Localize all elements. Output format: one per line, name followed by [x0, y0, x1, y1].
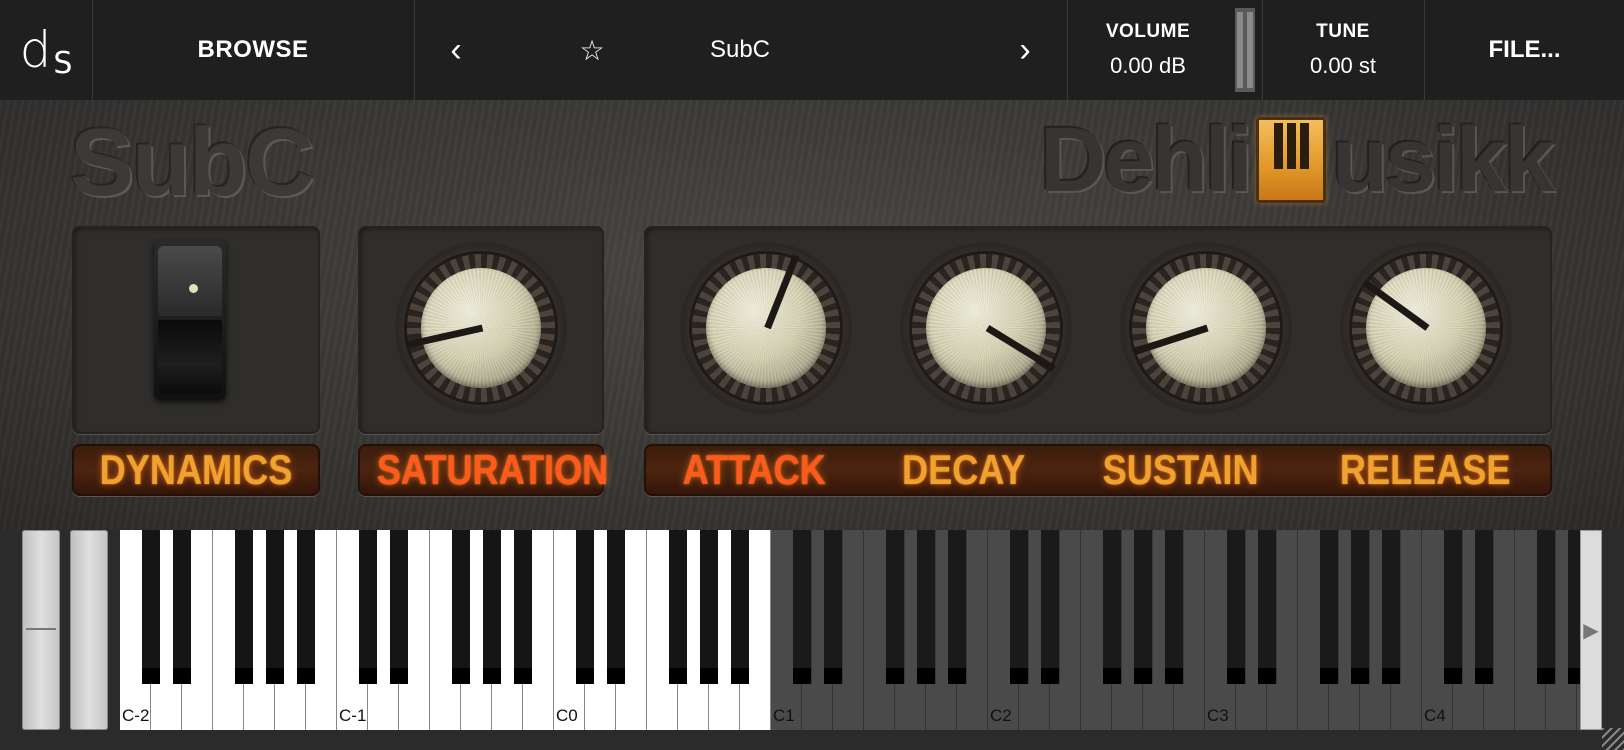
dynamics-switch[interactable]	[154, 240, 226, 400]
preset-name[interactable]: SubC	[600, 0, 880, 100]
black-key[interactable]	[1134, 530, 1152, 684]
octave-label: C1	[773, 706, 795, 725]
top-bar: d S BROWSE ‹ ☆ SubC › VOLUME 0.00 dB TUN…	[0, 0, 1624, 100]
black-key[interactable]	[1568, 530, 1580, 684]
meter-right-lane	[1247, 12, 1253, 88]
black-key[interactable]	[731, 530, 749, 684]
black-key[interactable]	[917, 530, 935, 684]
black-key[interactable]	[514, 530, 532, 684]
browse-button[interactable]: BROWSE	[92, 0, 414, 100]
black-key[interactable]	[793, 530, 811, 684]
release-knob[interactable]	[1340, 242, 1512, 414]
black-key[interactable]	[173, 530, 191, 684]
envelope-label-plate: ATTACK DECAY SUSTAIN RELEASE	[644, 444, 1552, 496]
black-key[interactable]	[483, 530, 501, 684]
octave-label: C3	[1207, 706, 1229, 725]
volume-value: 0.00 dB	[1110, 53, 1186, 78]
file-menu-button[interactable]: FILE...	[1425, 0, 1624, 100]
level-meter	[1235, 8, 1255, 92]
decay-knob[interactable]	[900, 242, 1072, 414]
black-key[interactable]	[1382, 530, 1400, 684]
black-key[interactable]	[824, 530, 842, 684]
black-key[interactable]	[359, 530, 377, 684]
black-key[interactable]	[1103, 530, 1121, 684]
sustain-label: SUSTAIN	[1103, 446, 1259, 493]
prev-preset-icon[interactable]: ‹	[436, 0, 476, 100]
piano-keys-logo-icon	[1255, 117, 1326, 203]
black-key[interactable]	[700, 530, 718, 684]
pitch-bend-wheel[interactable]	[22, 530, 60, 730]
black-key[interactable]	[607, 530, 625, 684]
black-key[interactable]	[235, 530, 253, 684]
octave-label: C-1	[339, 706, 367, 725]
brand-logo: Dehli usikk	[1040, 110, 1555, 210]
volume-label: VOLUME	[1105, 21, 1191, 42]
black-key[interactable]	[1041, 530, 1059, 684]
black-key[interactable]	[1537, 530, 1555, 684]
switch-indicator-dot	[189, 284, 198, 293]
meter-left-lane	[1237, 12, 1243, 88]
divider	[414, 0, 415, 100]
black-key[interactable]	[1165, 530, 1183, 684]
knob-cap	[706, 268, 826, 388]
switch-bottom	[158, 320, 222, 394]
black-key[interactable]	[1351, 530, 1369, 684]
mod-wheel[interactable]	[70, 530, 108, 730]
logo-d: d	[19, 21, 52, 79]
next-preset-icon[interactable]: ›	[1005, 0, 1045, 100]
black-key[interactable]	[948, 530, 966, 684]
black-key[interactable]	[266, 530, 284, 684]
black-key[interactable]	[297, 530, 315, 684]
resize-grip-icon[interactable]	[1602, 728, 1624, 750]
black-key[interactable]	[1475, 530, 1493, 684]
instrument-title: SubC	[70, 109, 315, 216]
octave-label: C-2	[122, 706, 150, 725]
saturation-label: SATURATION	[376, 446, 609, 493]
logo-s: S	[53, 45, 73, 81]
tune-value: 0.00 st	[1309, 53, 1377, 78]
brand-text-right: usikk	[1331, 109, 1555, 211]
piano-keyboard[interactable]: C-2 C-1 C0 C1 C2 C3 C4	[120, 530, 1580, 730]
brand-text-left: Dehli	[1040, 109, 1253, 211]
black-key[interactable]	[886, 530, 904, 684]
dynamics-label-plate: DYNAMICS	[72, 444, 320, 496]
decay-label: DECAY	[902, 446, 1026, 493]
tune-control[interactable]: TUNE 0.00 st	[1263, 0, 1423, 100]
black-key[interactable]	[1227, 530, 1245, 684]
saturation-label-plate: SATURATION	[358, 444, 608, 496]
black-key[interactable]	[452, 530, 470, 684]
scroll-right-arrow-icon[interactable]: ▶	[1580, 530, 1602, 730]
black-key[interactable]	[1010, 530, 1028, 684]
switch-top	[158, 246, 222, 316]
octave-label: C0	[556, 706, 578, 725]
black-key[interactable]	[390, 530, 408, 684]
dynamics-label: DYNAMICS	[99, 446, 293, 493]
black-key[interactable]	[1258, 530, 1276, 684]
release-label: RELEASE	[1340, 446, 1511, 493]
octave-label: C4	[1424, 706, 1446, 725]
octave-label: C2	[990, 706, 1012, 725]
volume-control[interactable]: VOLUME 0.00 dB	[1068, 0, 1228, 100]
black-key[interactable]	[142, 530, 160, 684]
wheel-center-mark	[26, 628, 56, 630]
black-key[interactable]	[576, 530, 594, 684]
black-key[interactable]	[1444, 530, 1462, 684]
black-key[interactable]	[1320, 530, 1338, 684]
sustain-knob[interactable]	[1120, 242, 1292, 414]
attack-label: ATTACK	[682, 446, 827, 493]
tune-label: TUNE	[1316, 21, 1370, 42]
attack-knob[interactable]	[680, 242, 852, 414]
black-key[interactable]	[669, 530, 687, 684]
ds-logo[interactable]: d S	[0, 0, 92, 100]
saturation-knob[interactable]	[395, 242, 567, 414]
